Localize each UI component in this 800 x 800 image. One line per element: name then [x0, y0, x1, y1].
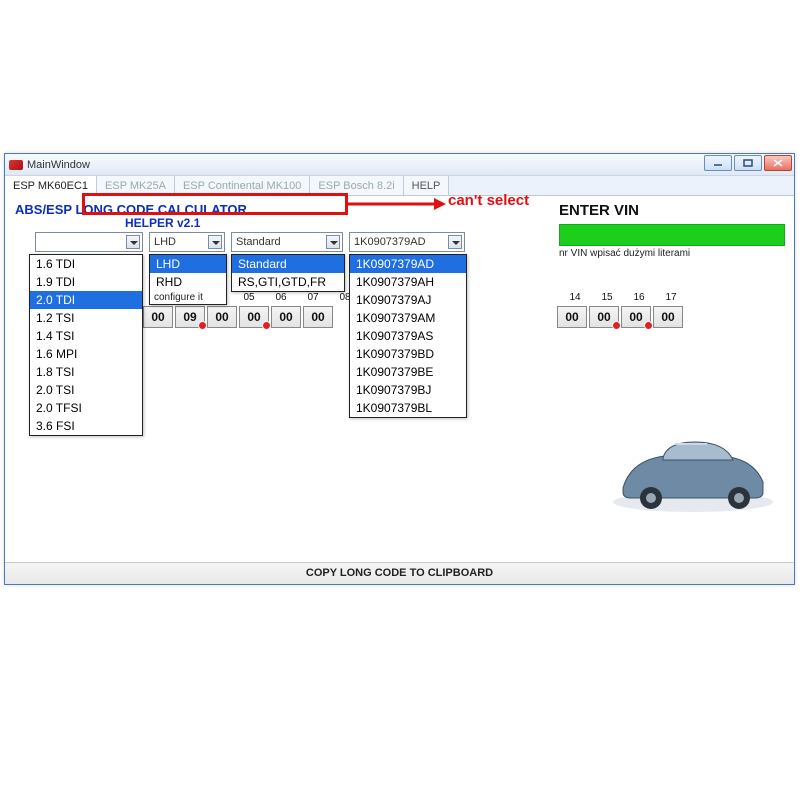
annotation-arrow-icon [348, 196, 446, 212]
byte-labels-right: 14 15 16 17 [559, 292, 687, 303]
tab-esp-bosch-82i[interactable]: ESP Bosch 8.2i [310, 176, 403, 195]
list-item[interactable]: 2.0 TSI [30, 381, 142, 399]
list-item[interactable]: 1.6 MPI [30, 345, 142, 363]
tab-esp-mk60ec1[interactable]: ESP MK60EC1 [5, 176, 97, 196]
byte-cell[interactable]: 00 [143, 306, 173, 328]
error-icon [612, 321, 621, 330]
copy-long-code-button[interactable]: COPY LONG CODE TO CLIPBOARD [5, 562, 794, 584]
variant-dropdown[interactable]: Standard [231, 232, 343, 252]
list-item[interactable]: RHD [150, 273, 226, 291]
tab-esp-continental-mk100[interactable]: ESP Continental MK100 [175, 176, 310, 195]
byte-cell[interactable]: 00 [621, 306, 651, 328]
tab-bar: ESP MK60EC1 ESP MK25A ESP Continental MK… [5, 176, 794, 196]
window-controls [704, 155, 792, 171]
byte-cell[interactable]: 09 [175, 306, 205, 328]
dropdown-row: LHD Standard 1K0907379AD [35, 232, 465, 252]
list-item[interactable]: 1K0907379AS [350, 327, 466, 345]
byte-row-left: 00 09 00 00 00 00 [143, 306, 335, 328]
variant-dropdown-list[interactable]: Standard RS,GTI,GTD,FR [231, 254, 345, 292]
list-item[interactable]: 1.4 TSI [30, 327, 142, 345]
list-item[interactable]: 1K0907379BL [350, 399, 466, 417]
drive-dropdown[interactable]: LHD [149, 232, 225, 252]
error-icon [644, 321, 653, 330]
list-item[interactable]: RS,GTI,GTD,FR [232, 273, 344, 291]
list-item[interactable]: 1.6 TDI [30, 255, 142, 273]
drive-dropdown-list[interactable]: LHD RHD configure it [149, 254, 227, 305]
close-button[interactable] [764, 155, 792, 171]
list-item[interactable]: 1K0907379AJ [350, 291, 466, 309]
car-image [603, 422, 783, 518]
list-item[interactable]: 1K0907379AD [350, 255, 466, 273]
list-item[interactable]: 1K0907379BD [350, 345, 466, 363]
minimize-button[interactable] [704, 155, 732, 171]
chevron-down-icon [208, 235, 222, 249]
byte-row-right: 00 00 00 00 [557, 306, 685, 328]
list-item[interactable]: 1K0907379AH [350, 273, 466, 291]
byte-cell[interactable]: 00 [271, 306, 301, 328]
vin-input[interactable] [559, 224, 785, 246]
error-icon [262, 321, 271, 330]
chevron-down-icon [126, 235, 140, 249]
list-item[interactable]: 1K0907379BE [350, 363, 466, 381]
list-item[interactable]: 3.6 FSI [30, 417, 142, 435]
maximize-button[interactable] [734, 155, 762, 171]
tab-esp-mk25a[interactable]: ESP MK25A [97, 176, 175, 195]
annotation-text: can't select [448, 192, 529, 209]
titlebar: MainWindow [5, 154, 794, 176]
error-icon [198, 321, 207, 330]
list-item[interactable]: 1.2 TSI [30, 309, 142, 327]
app-window: MainWindow ESP MK60EC1 ESP MK25A ESP Con… [4, 153, 795, 585]
byte-cell[interactable]: 00 [557, 306, 587, 328]
client-area: ABS/ESP LONG CODE CALCULATOR HELPER v2.1… [5, 196, 794, 562]
engine-dropdown[interactable] [35, 232, 143, 252]
byte-cell[interactable]: 00 [303, 306, 333, 328]
list-item[interactable]: 1K0907379AM [350, 309, 466, 327]
chevron-down-icon [448, 235, 462, 249]
vin-hint: nr VIN wpisać dużymi literami [559, 248, 690, 259]
part-dropdown[interactable]: 1K0907379AD [349, 232, 465, 252]
byte-cell[interactable]: 00 [207, 306, 237, 328]
list-item[interactable]: 1K0907379BJ [350, 381, 466, 399]
window-title: MainWindow [27, 159, 90, 171]
enter-vin-label: ENTER VIN [559, 202, 639, 219]
chevron-down-icon [326, 235, 340, 249]
list-item[interactable]: 1.9 TDI [30, 273, 142, 291]
list-item[interactable]: 1.8 TSI [30, 363, 142, 381]
engine-dropdown-list[interactable]: 1.6 TDI 1.9 TDI 2.0 TDI 1.2 TSI 1.4 TSI … [29, 254, 143, 436]
configure-note: configure it [150, 291, 226, 304]
list-item[interactable]: LHD [150, 255, 226, 273]
tab-help[interactable]: HELP [404, 176, 450, 195]
byte-cell[interactable]: 00 [653, 306, 683, 328]
part-dropdown-list[interactable]: 1K0907379AD 1K0907379AH 1K0907379AJ 1K09… [349, 254, 467, 418]
byte-cell[interactable]: 00 [239, 306, 269, 328]
list-item[interactable]: 2.0 TDI [30, 291, 142, 309]
byte-cell[interactable]: 00 [589, 306, 619, 328]
list-item[interactable]: 2.0 TFSI [30, 399, 142, 417]
app-icon [9, 160, 23, 170]
list-item[interactable]: Standard [232, 255, 344, 273]
